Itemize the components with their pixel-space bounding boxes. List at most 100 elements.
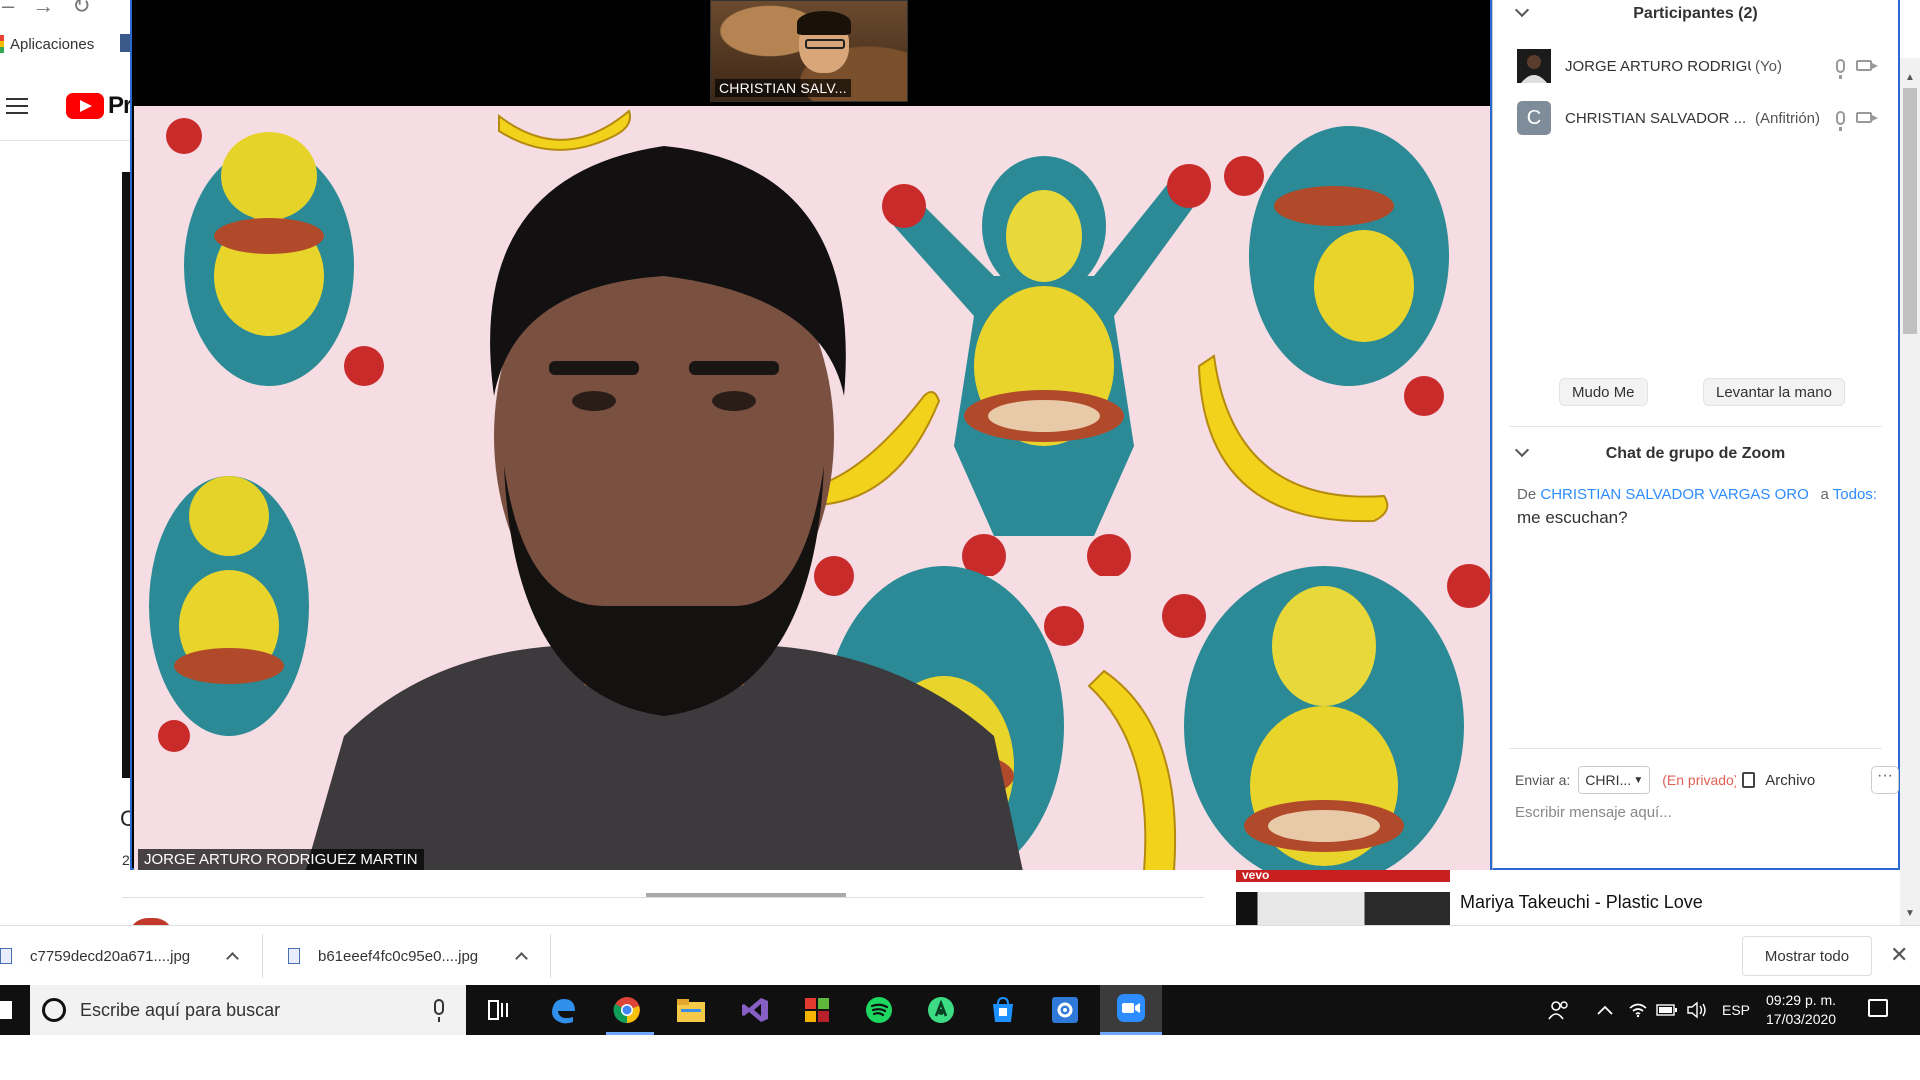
tab-indicator — [646, 893, 846, 897]
send-to-value: CHRI... — [1585, 772, 1632, 788]
chrome-icon[interactable] — [612, 995, 642, 1025]
panel-divider — [1509, 426, 1882, 427]
participant-role: (Anfitrión) — [1755, 109, 1821, 127]
battery-icon[interactable] — [1656, 985, 1678, 1035]
zoom-taskbar-button[interactable] — [1100, 985, 1162, 1035]
file-explorer-icon[interactable] — [676, 995, 706, 1025]
participant-name: JORGE ARTURO RODRIGUEZ ... — [1565, 57, 1751, 75]
system-clock[interactable]: 09:29 p. m. 17/03/2020 — [1766, 991, 1836, 1029]
wifi-icon[interactable] — [1628, 985, 1648, 1035]
store-bag-icon[interactable] — [988, 995, 1018, 1025]
browser-nav: – → ↻ — [0, 0, 91, 22]
camera-icon[interactable] — [1856, 112, 1878, 123]
download-options-icon[interactable] — [515, 952, 528, 965]
send-to-dropdown[interactable]: CHRI... ▼ — [1578, 766, 1651, 794]
show-all-button[interactable]: Mostrar todo — [1742, 936, 1872, 976]
start-button[interactable] — [0, 985, 30, 1035]
chat-send-row: Enviar a: CHRI... ▼ (En privado) Archivo… — [1515, 766, 1899, 794]
forward-icon[interactable]: → — [32, 0, 54, 19]
screen-bottom-area — [0, 1035, 1920, 1080]
chat-message-header: De CHRISTIAN SALVADOR VARGAS OROZ... a T… — [1517, 486, 1877, 503]
participant-role: (Yo) — [1755, 57, 1782, 75]
close-icon[interactable]: ✕ — [1890, 942, 1908, 968]
scrollbar-thumb[interactable] — [1903, 88, 1917, 334]
chevron-down-icon: ▼ — [1633, 774, 1644, 786]
microphone-icon[interactable] — [434, 999, 444, 1022]
send-to-label: Enviar a: — [1515, 772, 1571, 788]
android-studio-icon[interactable] — [926, 995, 956, 1025]
edge-icon[interactable] — [548, 995, 578, 1025]
menu-icon[interactable] — [6, 98, 28, 114]
private-label: (En privado) — [1662, 772, 1737, 788]
visual-studio-icon[interactable] — [740, 995, 770, 1025]
file-icon[interactable] — [1742, 772, 1756, 788]
download-filename[interactable]: b61eeef4fc0c95e0....jpg — [318, 948, 478, 965]
camera-icon[interactable] — [1856, 60, 1878, 71]
youtube-logo-icon[interactable] — [66, 93, 104, 119]
participant-person — [305, 146, 1023, 870]
video-divider — [122, 897, 1204, 898]
chat-title: Chat de grupo de Zoom — [1605, 445, 1786, 462]
reload-icon[interactable]: ↻ — [72, 0, 90, 19]
zoom-video-area: CHRISTIAN SALV... JORGE ARTURO RODRIGUEZ… — [130, 0, 1492, 870]
mute-me-button[interactable]: Mudo Me — [1559, 378, 1648, 406]
participant-avatar — [1517, 49, 1551, 83]
download-item[interactable]: c7759decd20a671....jpg — [0, 926, 190, 986]
spotify-icon[interactable] — [864, 995, 894, 1025]
clock-date: 17/03/2020 — [1766, 1011, 1837, 1027]
scroll-up-icon[interactable]: ▲ — [1905, 72, 1915, 83]
chat-to-prefix: a — [1820, 486, 1829, 503]
more-options-button[interactable]: ··· — [1871, 766, 1899, 794]
apps-icon[interactable] — [0, 35, 4, 53]
task-view-icon[interactable] — [484, 995, 514, 1025]
download-filename[interactable]: c7759decd20a671....jpg — [30, 948, 190, 965]
bookmark-apps[interactable]: Aplicaciones — [10, 36, 94, 53]
main-video-feed[interactable]: JORGE ARTURO RODRIGUEZ MARTIN — [134, 106, 1490, 870]
people-icon[interactable] — [1548, 985, 1570, 1035]
recommended-thumbnail-2[interactable] — [1236, 892, 1450, 926]
windows-logo-icon — [0, 1001, 12, 1019]
panel-divider — [1509, 748, 1882, 749]
gorilla-plush-image — [149, 476, 309, 752]
windows-taskbar: Escribe aquí para buscar ESP 09:29 p. m.… — [0, 985, 1920, 1035]
image-file-icon — [288, 948, 300, 964]
microphone-icon[interactable] — [1836, 111, 1845, 131]
zoom-icon — [1116, 993, 1146, 1023]
download-item[interactable]: b61eeef4fc0c95e0....jpg — [288, 926, 478, 986]
show-hidden-icons[interactable] — [1596, 985, 1614, 1035]
language-indicator[interactable]: ESP — [1722, 985, 1750, 1035]
chat-message-text: me escuchan? — [1517, 508, 1628, 527]
app-tiles-icon[interactable] — [802, 995, 832, 1025]
zoom-side-panel: Participantes (2) JORGE ARTURO RODRIGUEZ… — [1492, 0, 1900, 870]
settings-app-icon[interactable] — [1050, 995, 1080, 1025]
raise-hand-button[interactable]: Levantar la mano — [1703, 378, 1845, 406]
thumbnail-label: CHRISTIAN SALV... — [715, 79, 851, 97]
video-meta-fragment: 2 — [122, 852, 130, 868]
download-bar: c7759decd20a671....jpg b61eeef4fc0c95e0.… — [0, 925, 1920, 985]
participant-thumbnail[interactable]: CHRISTIAN SALV... — [710, 0, 908, 102]
chat-recipient[interactable]: Todos: — [1833, 486, 1877, 503]
participant-row[interactable]: C CHRISTIAN SALVADOR ... (Anfitrión) — [1517, 100, 1887, 136]
volume-icon[interactable] — [1686, 985, 1708, 1035]
thumbnail-hair — [797, 11, 851, 35]
chat-from-prefix: De — [1517, 486, 1537, 503]
user-photo-icon — [1517, 49, 1551, 83]
header-divider — [0, 140, 130, 141]
recommended-thumbnail[interactable]: vevo — [1236, 868, 1450, 882]
main-video-label: JORGE ARTURO RODRIGUEZ MARTIN — [138, 849, 424, 870]
chat-input[interactable]: Escribir mensaje aquí... — [1515, 804, 1672, 821]
download-separator — [550, 934, 551, 978]
scroll-down-icon[interactable]: ▼ — [1905, 908, 1915, 919]
participant-row[interactable]: JORGE ARTURO RODRIGUEZ ... (Yo) — [1517, 48, 1887, 84]
chat-sender[interactable]: CHRISTIAN SALVADOR VARGAS OROZ... — [1540, 486, 1808, 503]
download-options-icon[interactable] — [226, 952, 239, 965]
participant-avatar: C — [1517, 101, 1551, 135]
back-icon[interactable]: – — [2, 0, 14, 19]
cortana-icon — [42, 998, 66, 1022]
taskbar-search[interactable]: Escribe aquí para buscar — [30, 985, 466, 1035]
file-button[interactable]: Archivo — [1765, 772, 1815, 789]
thumbnail-glasses — [805, 39, 845, 49]
microphone-icon[interactable] — [1836, 59, 1845, 79]
notification-center-icon[interactable] — [1868, 999, 1888, 1017]
recommended-video-title[interactable]: Mariya Takeuchi - Plastic Love — [1460, 892, 1703, 913]
